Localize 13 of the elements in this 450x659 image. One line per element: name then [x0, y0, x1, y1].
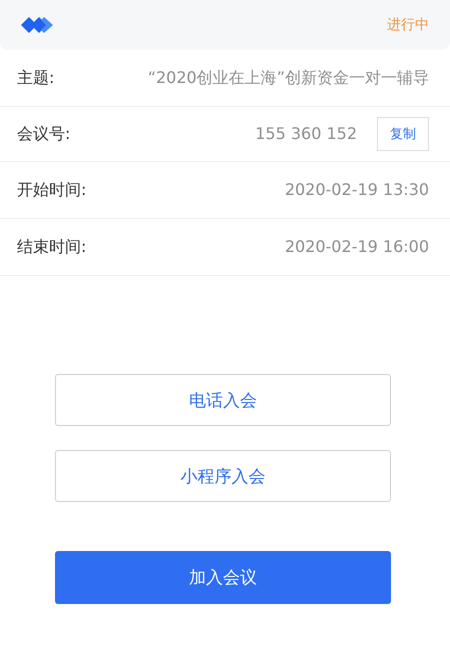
field-value: “2020创业在上海”创新资金一对一辅导	[146, 67, 429, 89]
copy-button[interactable]: 复制	[377, 117, 429, 151]
join-meeting-button[interactable]: 加入会议	[55, 551, 391, 604]
field-label: 会议号:	[17, 123, 72, 145]
join-option-button[interactable]: 电话入会	[55, 374, 391, 426]
field-label: 主题:	[17, 67, 56, 89]
field-value: 2020-02-19 13:30	[284, 179, 429, 201]
join-option-button[interactable]: 小程序入会	[55, 450, 391, 502]
field-label: 结束时间:	[17, 236, 88, 258]
status-label: 进行中	[387, 16, 429, 34]
field-label: 开始时间:	[17, 179, 88, 201]
field-value: 155 360 152	[254, 123, 357, 145]
field-value: 2020-02-19 16:00	[284, 236, 429, 258]
